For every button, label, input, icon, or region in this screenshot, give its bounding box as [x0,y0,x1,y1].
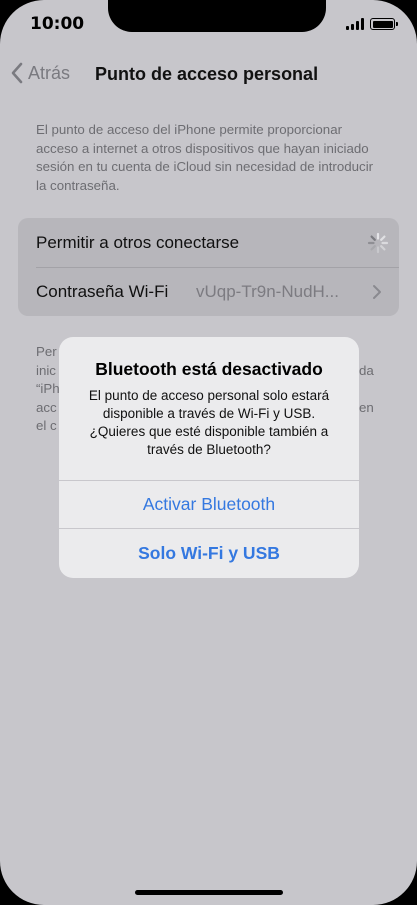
footer-fragment: en [359,399,374,415]
alert-title: Bluetooth está desactivado [95,359,323,379]
footer-fragment: da [359,362,374,378]
activate-bluetooth-button[interactable]: Activar Bluetooth [59,480,359,528]
back-label: Atrás [28,62,71,83]
bluetooth-alert: Bluetooth está desactivado El punto de a… [59,337,359,578]
status-time: 10:00 [30,14,85,34]
spinner-icon [367,232,389,254]
cellular-signal-icon [346,18,364,30]
navigation-bar: Atrás Punto de acceso personal [0,56,417,92]
home-indicator[interactable] [135,890,283,895]
chevron-left-icon [11,62,23,84]
page-title: Punto de acceso personal [95,64,319,84]
battery-icon [370,18,398,30]
hotspot-settings-group: Permitir a otros conectarse Contraseña W… [18,218,399,316]
chevron-right-icon [373,285,381,299]
wifi-password-row[interactable]: Contraseña Wi-Fi vUqp-Tr9n-NudH... [18,267,399,316]
allow-others-row[interactable]: Permitir a otros conectarse [18,218,399,267]
back-button[interactable]: Atrás [10,62,70,84]
wifi-password-label: Contraseña Wi-Fi [36,281,169,301]
notch [108,0,326,32]
wifi-password-value: vUqp-Tr9n-NudH... [196,281,339,301]
wifi-usb-only-button[interactable]: Solo Wi-Fi y USB [59,529,359,577]
phone-screen: 10:00 Atrás Punto de acceso personal El … [0,0,417,905]
status-icons [346,17,398,31]
alert-message: El punto de acceso personal solo estará … [88,388,330,457]
hotspot-description: El punto de acceso del iPhone permite pr… [36,122,374,193]
allow-others-label: Permitir a otros conectarse [36,232,240,252]
